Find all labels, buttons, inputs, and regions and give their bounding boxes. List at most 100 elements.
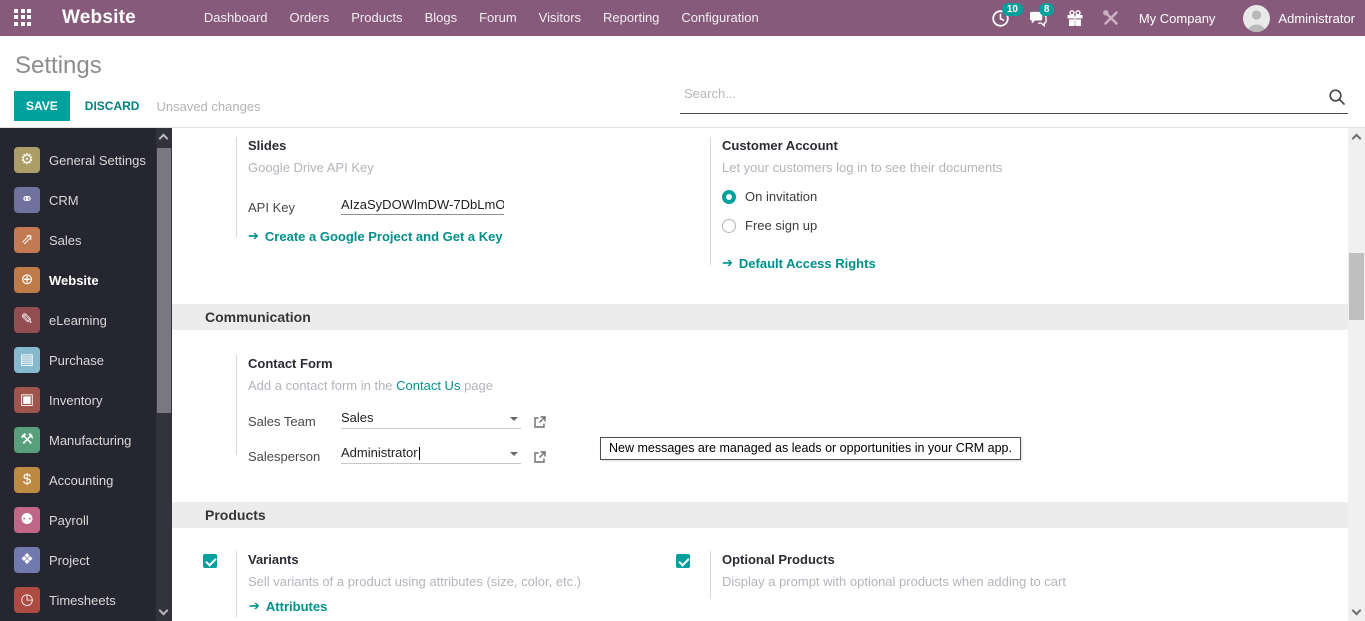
salesperson-select[interactable]: Administrator	[341, 445, 521, 464]
apps-menu-icon[interactable]	[14, 8, 33, 28]
contact-us-link[interactable]: Contact Us	[396, 378, 460, 393]
sidebar-scrollbar[interactable]	[156, 128, 172, 621]
sidebar-item-label: Accounting	[49, 472, 114, 488]
sidebar-item-payroll[interactable]: ⚉ Payroll	[0, 500, 172, 540]
rewards-button[interactable]	[1057, 0, 1093, 36]
sidebar-item-label: Sales	[49, 232, 82, 248]
messages-button[interactable]: 8	[1019, 0, 1057, 36]
save-button[interactable]: SAVE	[14, 91, 70, 121]
app-brand[interactable]: Website	[62, 7, 136, 29]
inventory-app-icon: ▣	[14, 387, 40, 413]
attributes-link-label: Attributes	[265, 598, 328, 614]
on-invitation-option[interactable]: On invitation	[722, 189, 1190, 204]
company-switcher[interactable]: My Company	[1139, 11, 1216, 26]
radio-selected-icon[interactable]	[722, 189, 736, 204]
arrow-right-icon: ➔	[248, 228, 259, 243]
arrow-right-icon: ➔	[722, 255, 733, 270]
optional-products-setting-block: Optional Products Display a prompt with …	[710, 551, 1190, 599]
discard-button[interactable]: DISCARD	[85, 99, 140, 113]
settings-sidebar: ⚙ General Settings ⚭ CRM ⇗ Sales ⊕ Websi…	[0, 128, 172, 621]
settings-app-list: ⚙ General Settings ⚭ CRM ⇗ Sales ⊕ Websi…	[0, 128, 172, 620]
external-link-icon[interactable]	[533, 415, 547, 429]
sidebar-item-website[interactable]: ⊕ Website	[0, 260, 172, 300]
sidebar-item-label: Payroll	[49, 512, 89, 528]
nav-item-orders[interactable]: Orders	[279, 0, 341, 36]
communication-section-header: Communication	[172, 304, 1348, 330]
attributes-link[interactable]: ➔ Attributes	[249, 598, 676, 614]
customer-account-setting-block: Customer Account Let your customers log …	[710, 137, 1190, 271]
sidebar-item-label: Inventory	[49, 392, 103, 408]
sidebar-item-timesheets[interactable]: ◷ Timesheets	[0, 580, 172, 620]
crm-leads-tooltip: New messages are managed as leads or opp…	[600, 437, 1021, 460]
external-link-icon[interactable]	[533, 450, 547, 464]
settings-content: Slides Google Drive API Key API Key ➔ Cr…	[172, 128, 1365, 621]
search-input[interactable]	[684, 86, 1284, 101]
elearning-app-icon: ✎	[14, 307, 40, 333]
top-navbar: Website Dashboard Orders Products Blogs …	[0, 0, 1365, 36]
crm-app-icon: ⚭	[14, 187, 40, 213]
radio-unselected-icon[interactable]	[722, 218, 736, 233]
contact-form-title: Contact Form	[248, 356, 333, 371]
chevron-down-icon[interactable]	[510, 417, 518, 421]
free-signup-option[interactable]: Free sign up	[722, 218, 1190, 233]
content-scrollbar-thumb[interactable]	[1349, 253, 1364, 320]
developer-tools-button[interactable]	[1093, 0, 1129, 36]
slides-subtitle: Google Drive API Key	[248, 160, 374, 175]
products-section-title: Products	[205, 507, 266, 523]
sales-team-row: Sales Team Sales	[248, 407, 716, 429]
default-access-rights-link[interactable]: ➔ Default Access Rights	[722, 255, 1190, 271]
nav-item-forum[interactable]: Forum	[468, 0, 528, 36]
scroll-up-icon[interactable]	[1351, 133, 1362, 144]
user-menu[interactable]: Administrator	[1243, 4, 1355, 32]
api-key-label: API Key	[248, 200, 295, 215]
free-signup-label: Free sign up	[745, 218, 818, 233]
sales-app-icon: ⇗	[14, 227, 40, 253]
sidebar-item-elearning[interactable]: ✎ eLearning	[0, 300, 172, 340]
nav-item-products[interactable]: Products	[340, 0, 413, 36]
salesperson-label: Salesperson	[248, 449, 321, 464]
sidebar-item-label: Website	[49, 272, 99, 288]
variants-subtitle: Sell variants of a product using attribu…	[248, 574, 582, 589]
scroll-down-icon[interactable]	[1351, 605, 1362, 616]
search-icon[interactable]	[1328, 88, 1346, 106]
nav-item-blogs[interactable]: Blogs	[414, 0, 469, 36]
optional-products-title: Optional Products	[722, 552, 835, 567]
sidebar-item-project[interactable]: ❖ Project	[0, 540, 172, 580]
nav-item-dashboard[interactable]: Dashboard	[193, 0, 279, 36]
sales-team-select[interactable]: Sales	[341, 410, 521, 429]
sidebar-item-purchase[interactable]: ▤ Purchase	[0, 340, 172, 380]
nav-item-reporting[interactable]: Reporting	[592, 0, 670, 36]
content-scrollbar[interactable]	[1348, 128, 1365, 621]
sidebar-item-general-settings[interactable]: ⚙ General Settings	[0, 140, 172, 180]
sidebar-item-manufacturing[interactable]: ⚒ Manufacturing	[0, 420, 172, 460]
sidebar-item-label: Project	[49, 552, 90, 568]
variants-checkbox[interactable]	[203, 554, 217, 568]
scroll-down-icon[interactable]	[158, 605, 169, 616]
nav-item-configuration[interactable]: Configuration	[670, 0, 769, 36]
salesperson-value: Administrator	[341, 445, 418, 460]
api-key-input[interactable]	[341, 197, 504, 215]
communication-section-title: Communication	[205, 309, 311, 325]
default-access-rights-link-label: Default Access Rights	[738, 255, 876, 271]
sidebar-scrollbar-thumb[interactable]	[157, 148, 171, 413]
chevron-down-icon[interactable]	[510, 452, 518, 456]
sidebar-item-label: Timesheets	[49, 592, 116, 608]
purchase-app-icon: ▤	[14, 347, 40, 373]
customer-account-title: Customer Account	[722, 138, 838, 153]
create-google-project-link-label: Create a Google Project and Get a Key	[264, 228, 503, 244]
create-google-project-link[interactable]: ➔ Create a Google Project and Get a Key	[248, 228, 656, 244]
scroll-up-icon[interactable]	[158, 133, 169, 144]
sidebar-item-label: Manufacturing	[49, 432, 132, 448]
main-menu: Dashboard Orders Products Blogs Forum Vi…	[193, 0, 770, 36]
sidebar-item-inventory[interactable]: ▣ Inventory	[0, 380, 172, 420]
project-app-icon: ❖	[14, 547, 40, 573]
activities-button[interactable]: 10	[982, 0, 1023, 36]
sidebar-item-accounting[interactable]: $ Accounting	[0, 460, 172, 500]
optional-products-subtitle: Display a prompt with optional products …	[722, 574, 1066, 589]
sidebar-item-sales[interactable]: ⇗ Sales	[0, 220, 172, 260]
unsaved-changes-label: Unsaved changes	[156, 98, 261, 114]
sidebar-item-crm[interactable]: ⚭ CRM	[0, 180, 172, 220]
nav-item-visitors[interactable]: Visitors	[528, 0, 592, 36]
optional-products-checkbox[interactable]	[676, 554, 690, 568]
sales-team-value: Sales	[341, 410, 374, 425]
